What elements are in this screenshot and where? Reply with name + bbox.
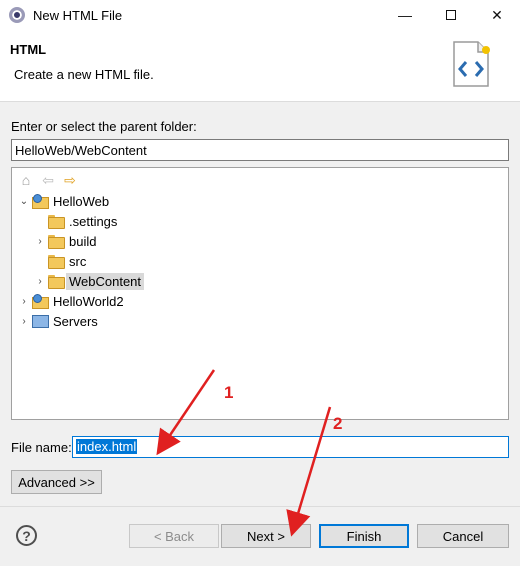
back-button[interactable]: < Back [129, 524, 219, 548]
chevron-down-icon[interactable]: ⌄ [18, 196, 30, 207]
minimize-button[interactable]: — [382, 0, 428, 30]
cancel-button[interactable]: Cancel [417, 524, 509, 548]
folder-icon [48, 235, 65, 249]
project-icon [32, 294, 49, 309]
parent-folder-label: Enter or select the parent folder: [11, 119, 197, 134]
folder-icon [48, 215, 65, 229]
home-icon[interactable]: ⌂ [18, 172, 34, 188]
parent-folder-input[interactable] [11, 139, 509, 161]
maximize-icon [446, 10, 456, 20]
wizard-header: HTML Create a new HTML file. [0, 30, 520, 102]
tree-item-label: HelloWeb [53, 193, 110, 209]
tree-item-label: .settings [69, 213, 118, 229]
finish-button[interactable]: Finish [319, 524, 409, 548]
chevron-right-icon[interactable]: › [34, 236, 46, 247]
folder-icon [48, 255, 65, 269]
file-name-value: index.html [76, 439, 138, 454]
tree-item-servers[interactable]: › Servers [18, 311, 98, 331]
annotation-label-1: 1 [224, 383, 234, 402]
folder-icon [48, 275, 65, 289]
eclipse-app-icon [9, 7, 25, 23]
chevron-right-icon[interactable]: › [18, 316, 30, 327]
html-file-icon [453, 41, 490, 87]
wizard-description: Create a new HTML file. [14, 67, 154, 82]
folder-tree[interactable]: ⌂ ⇦ ⇨ ⌄ HelloWeb .settings › build src ›… [11, 167, 509, 420]
annotation-label-2: 2 [333, 414, 343, 433]
help-icon[interactable]: ? [16, 525, 37, 546]
back-arrow-icon[interactable]: ⇦ [40, 172, 56, 188]
tree-item-label: src [69, 253, 87, 269]
next-button[interactable]: Next > [221, 524, 311, 548]
tree-item-helloweb[interactable]: ⌄ HelloWeb [18, 191, 109, 211]
file-name-input[interactable]: index.html [72, 436, 509, 458]
maximize-button[interactable] [428, 0, 474, 30]
tree-item-label: WebContent [66, 272, 145, 290]
advanced-button[interactable]: Advanced >> [11, 470, 102, 494]
chevron-right-icon[interactable]: › [34, 276, 46, 287]
title-bar: New HTML File — ✕ [0, 0, 520, 30]
wizard-title: HTML [10, 42, 47, 57]
tree-item-helloworld2[interactable]: › HelloWorld2 [18, 291, 124, 311]
footer-divider [0, 506, 520, 507]
tree-toolbar: ⌂ ⇦ ⇨ [18, 172, 78, 189]
project-icon [32, 194, 49, 209]
tree-item-build[interactable]: › build [34, 231, 96, 251]
window-title: New HTML File [33, 7, 123, 23]
tree-item-webcontent[interactable]: › WebContent [34, 271, 145, 291]
tree-item-label: Servers [53, 313, 98, 329]
tree-item-label: HelloWorld2 [53, 293, 124, 309]
tree-item-label: build [69, 233, 97, 249]
chevron-right-icon[interactable]: › [18, 296, 30, 307]
file-name-label: File name: [11, 440, 72, 455]
annotation-arrow-2 [286, 406, 332, 537]
forward-arrow-icon[interactable]: ⇨ [62, 172, 78, 188]
close-button[interactable]: ✕ [474, 0, 520, 30]
tree-item-settings[interactable]: .settings [34, 211, 117, 231]
servers-folder-icon [32, 315, 49, 328]
tree-item-src[interactable]: src [34, 251, 86, 271]
